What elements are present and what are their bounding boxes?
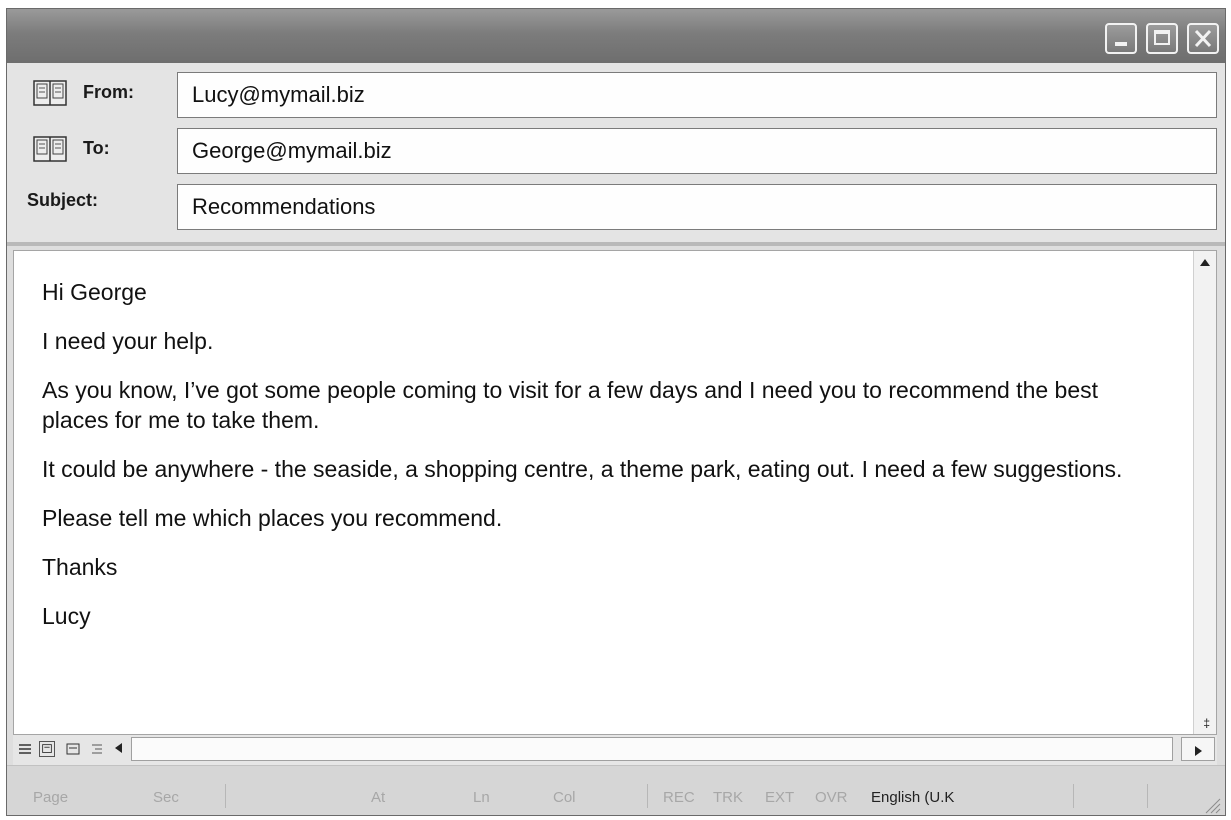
scroll-right-icon (1195, 746, 1202, 756)
status-bar: Page Sec At Ln Col REC TRK EXT OVR Engli… (7, 765, 1225, 815)
status-at: At (371, 789, 386, 806)
status-ext[interactable]: EXT (765, 789, 794, 806)
resize-grip-icon[interactable] (1203, 796, 1221, 814)
status-ovr[interactable]: OVR (815, 789, 848, 806)
outline-view-icon[interactable] (89, 741, 105, 757)
status-divider (1073, 784, 1074, 808)
vertical-scrollbar[interactable]: ‡ (1193, 251, 1216, 734)
message-text[interactable]: Hi George I need your help. As you know,… (42, 277, 1142, 650)
title-bar[interactable] (7, 9, 1225, 63)
to-row: To: George@mymail.biz (7, 124, 1225, 174)
view-and-scroll-bar (13, 735, 1217, 765)
message-body[interactable]: Hi George I need your help. As you know,… (13, 250, 1217, 735)
maximize-button[interactable] (1146, 23, 1178, 54)
address-book-icon[interactable] (33, 136, 67, 162)
message-paragraph: Please tell me which places you recommen… (42, 505, 503, 531)
normal-view-icon[interactable] (17, 741, 33, 757)
status-ln: Ln (473, 789, 490, 806)
from-row: From: Lucy@mymail.biz (7, 68, 1225, 118)
scroll-right-button[interactable] (1181, 737, 1215, 761)
message-paragraph: As you know, I’ve got some people coming… (42, 377, 1099, 433)
status-sec: Sec (153, 789, 179, 806)
to-label: To: (83, 138, 110, 158)
message-paragraph: Lucy (42, 603, 91, 629)
subject-label: Subject: (27, 190, 99, 210)
status-language[interactable]: English (U.K (871, 789, 954, 806)
status-divider (647, 784, 648, 808)
web-layout-view-icon[interactable] (39, 741, 55, 757)
status-page: Page (33, 789, 69, 806)
status-rec[interactable]: REC (663, 789, 695, 806)
minimize-icon (1115, 42, 1127, 46)
address-book-icon[interactable] (33, 80, 67, 106)
minimize-button[interactable] (1105, 23, 1137, 54)
status-trk[interactable]: TRK (713, 789, 743, 806)
from-field[interactable]: Lucy@mymail.biz (177, 72, 1217, 118)
message-paragraph: I need your help. (42, 328, 214, 354)
message-paragraph: Hi George (42, 279, 147, 305)
horizontal-scrollbar[interactable] (131, 737, 1173, 761)
print-layout-view-icon[interactable] (65, 741, 81, 757)
status-col: Col (553, 789, 576, 806)
status-divider (225, 784, 226, 808)
scroll-down-icon[interactable]: ‡ (1203, 717, 1210, 729)
from-label: From: (83, 82, 134, 102)
subject-field[interactable]: Recommendations (177, 184, 1217, 230)
close-icon (1194, 29, 1212, 48)
message-paragraph: It could be anywhere - the seaside, a sh… (42, 456, 1123, 482)
to-field[interactable]: George@mymail.biz (177, 128, 1217, 174)
maximize-icon (1154, 30, 1170, 45)
scroll-left-icon[interactable] (115, 743, 122, 753)
message-header: From: Lucy@mymail.biz To: George@mymail.… (7, 63, 1225, 243)
close-button[interactable] (1187, 23, 1219, 54)
message-paragraph: Thanks (42, 554, 118, 580)
header-divider[interactable] (7, 242, 1225, 246)
email-window: From: Lucy@mymail.biz To: George@mymail.… (6, 8, 1226, 816)
subject-row: Subject: Recommendations (7, 180, 1225, 230)
status-divider (1147, 784, 1148, 808)
scroll-up-icon[interactable] (1200, 259, 1210, 266)
